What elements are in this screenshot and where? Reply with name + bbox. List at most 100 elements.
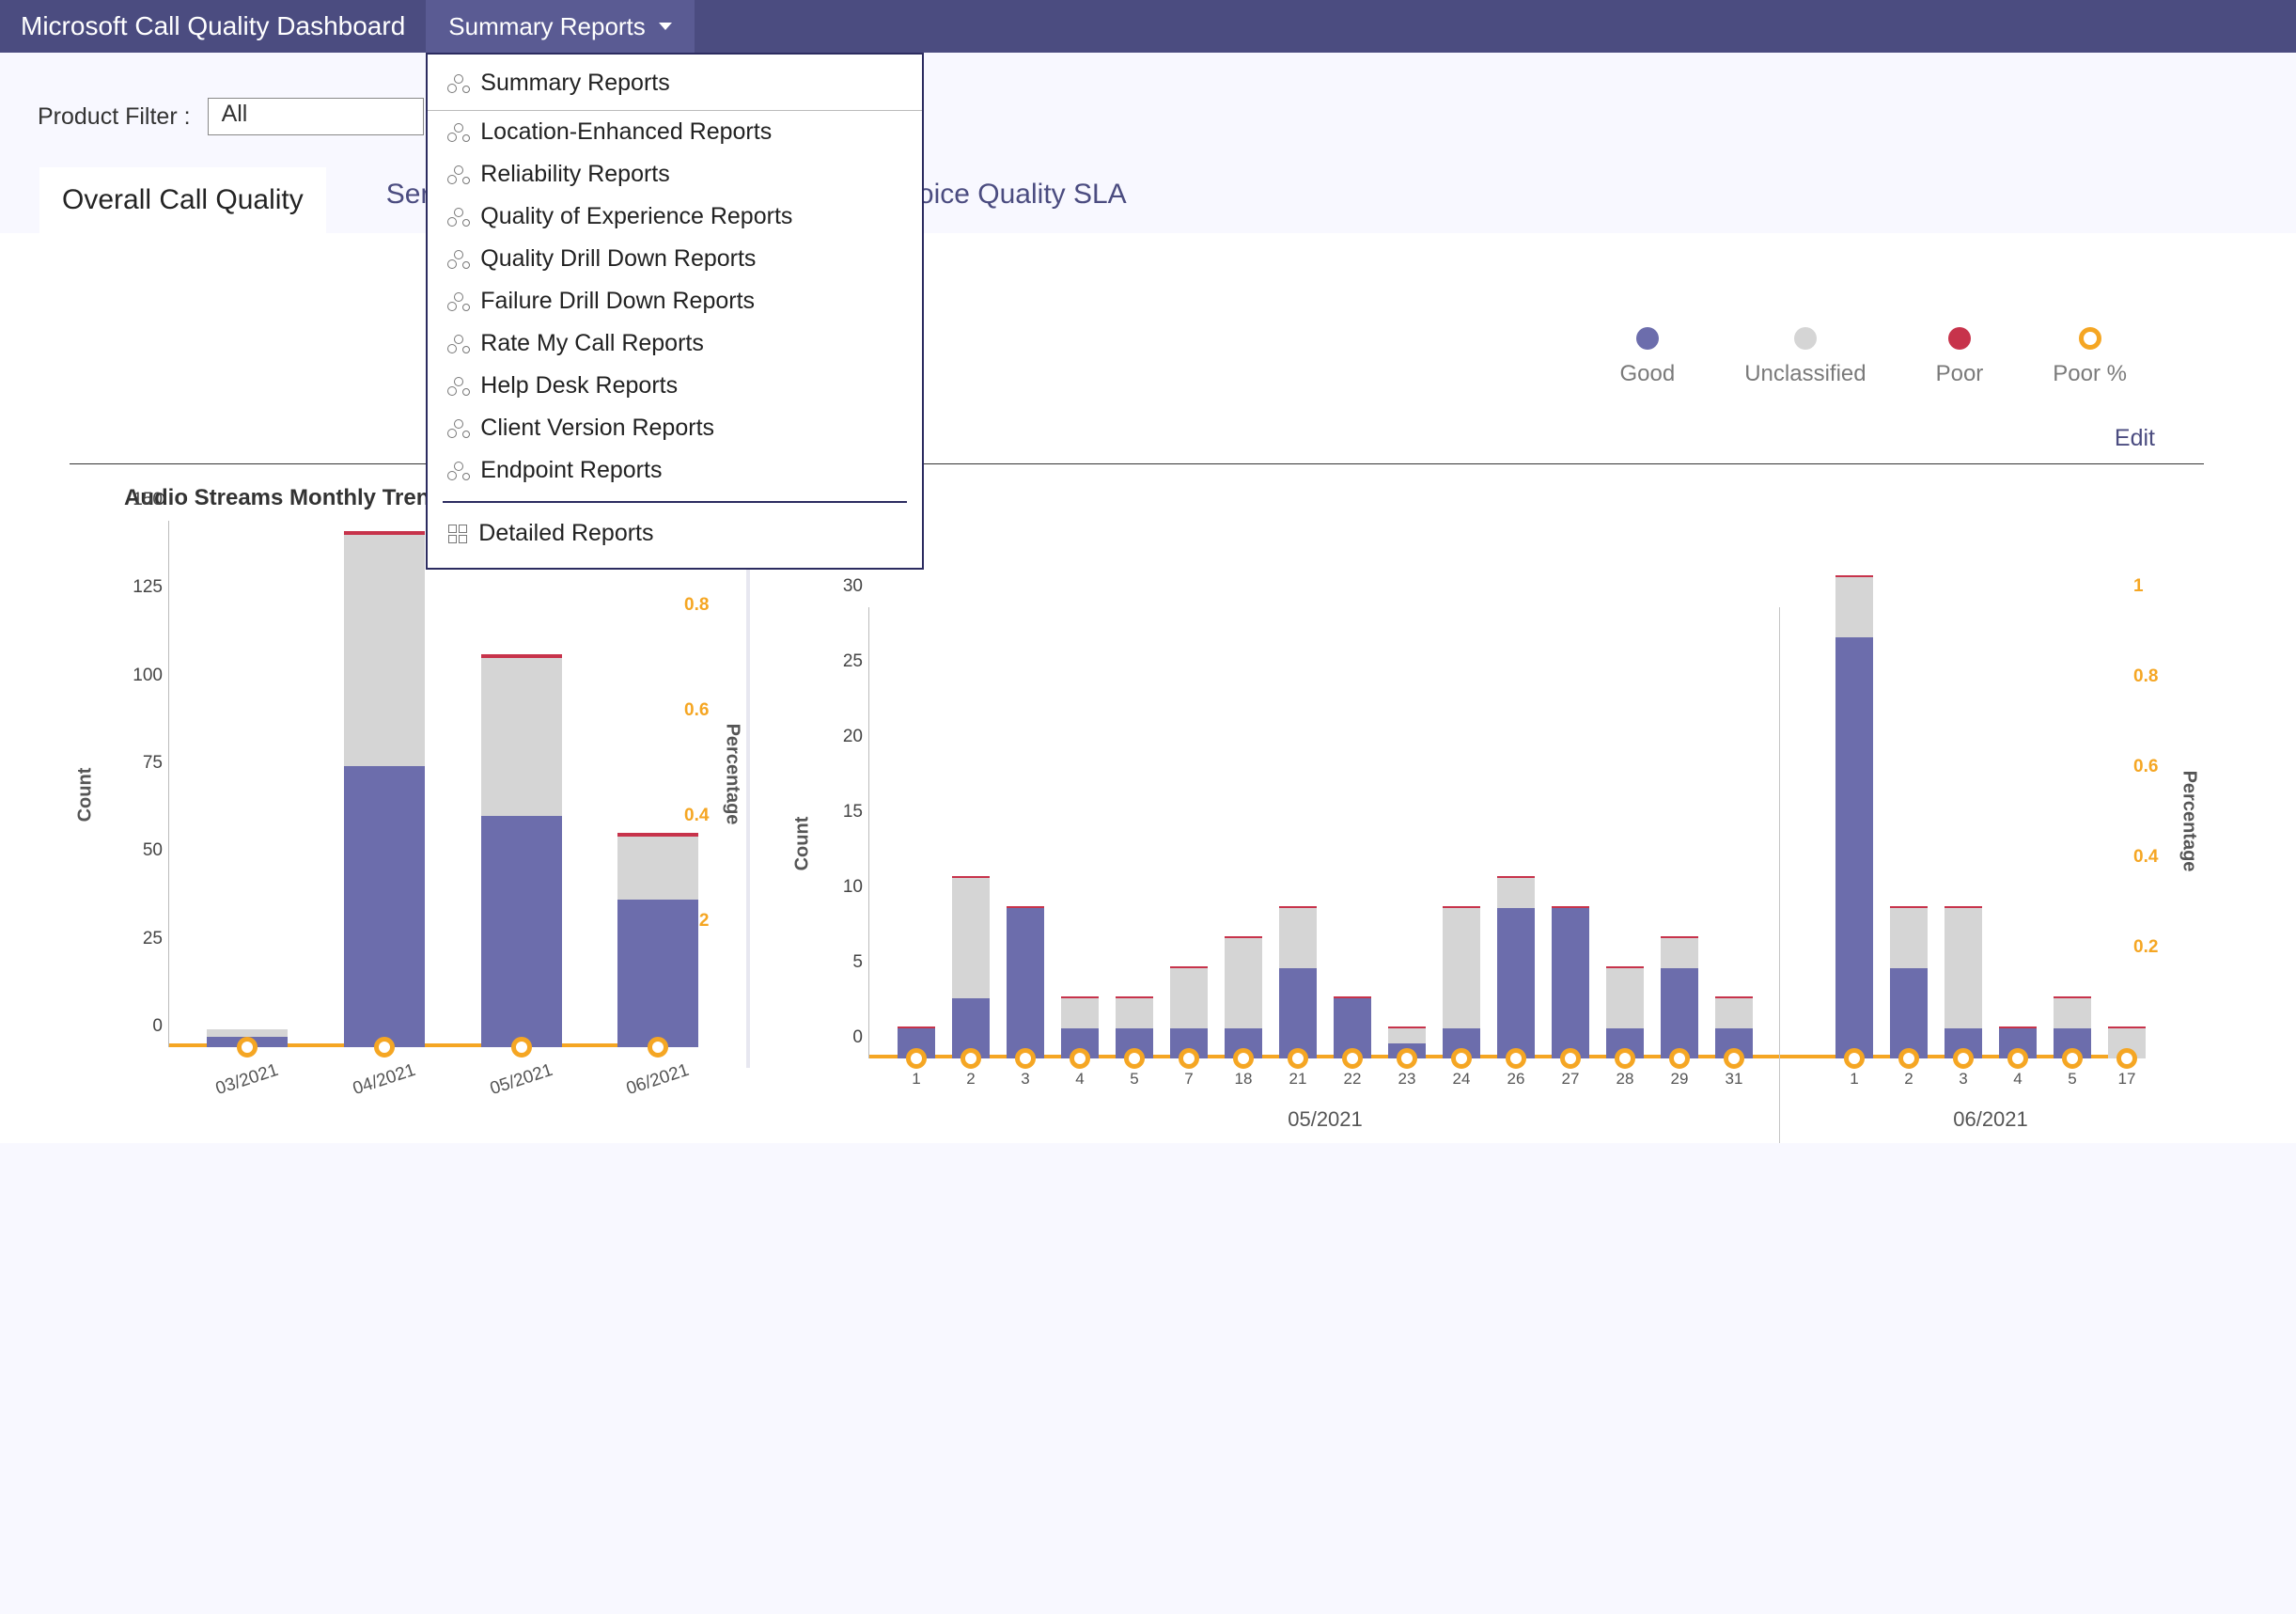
bar-seg-good xyxy=(344,766,425,1047)
bar-seg-unclassified xyxy=(2054,998,2091,1028)
monthly-chart-plot: Count Percentage 025507510012515000.20.4… xyxy=(168,521,679,1047)
legend-swatch-unclassified xyxy=(1794,327,1817,350)
menu-item-help-desk-reports[interactable]: Help Desk Reports xyxy=(428,365,922,407)
report-node-icon xyxy=(448,335,469,353)
bar-group[interactable]: 3 xyxy=(1945,906,1982,1058)
bar-group[interactable]: 28 xyxy=(1606,966,1644,1058)
x-tick-label: 5 xyxy=(2068,1070,2076,1089)
edit-button[interactable]: Edit xyxy=(2115,425,2155,452)
daily-chart-plot: Count Percentage 05101520253000.20.40.60… xyxy=(868,607,2129,1058)
bar-group[interactable]: 27 xyxy=(1552,906,1589,1058)
legend-item-poor-pct: Poor % xyxy=(2053,327,2127,387)
bar-seg-unclassified xyxy=(1388,1028,1426,1043)
x-tick-label: 29 xyxy=(1671,1070,1689,1089)
reports-dropdown[interactable]: Summary Reports Summary Reports Location… xyxy=(426,0,695,53)
y-axis-label-left: Count xyxy=(791,817,813,871)
bar-seg-unclassified xyxy=(1279,908,1317,968)
report-node-icon xyxy=(448,292,469,311)
bar-group[interactable]: 06/2021 xyxy=(617,833,698,1047)
bar-group[interactable]: 04/2021 xyxy=(344,531,425,1047)
bar-seg-good xyxy=(1835,637,1873,1058)
bar-group[interactable]: 21 xyxy=(1279,906,1317,1058)
menu-item-label: Quality Drill Down Reports xyxy=(480,245,756,273)
x-tick-label: 1 xyxy=(912,1070,920,1089)
y-tick: 25 xyxy=(811,651,863,672)
month-separator xyxy=(1779,607,1780,1143)
menu-item-failure-drilldown-reports[interactable]: Failure Drill Down Reports xyxy=(428,280,922,322)
bar-group[interactable]: 26 xyxy=(1497,876,1535,1058)
menu-item-reliability-reports[interactable]: Reliability Reports xyxy=(428,153,922,196)
y2-tick: 0.8 xyxy=(2133,666,2176,687)
tab-overall-call-quality[interactable]: Overall Call Quality xyxy=(39,167,326,233)
poor-pct-marker xyxy=(1397,1048,1417,1069)
menu-item-endpoint-reports[interactable]: Endpoint Reports xyxy=(428,449,922,492)
x-tick-label: 05/2021 xyxy=(488,1060,555,1100)
bar-group[interactable]: 3 xyxy=(1007,906,1044,1058)
tab-voice-quality-sla[interactable]: Voice Quality SLA xyxy=(898,171,1131,229)
x-tick-label: 4 xyxy=(2013,1070,2022,1089)
poor-pct-marker xyxy=(1342,1048,1363,1069)
bar-seg-good xyxy=(1279,968,1317,1058)
y-tick: 75 xyxy=(111,753,163,774)
menu-item-label: Detailed Reports xyxy=(478,520,653,547)
chart-legend: Good Unclassified Poor Poor % xyxy=(34,271,2240,425)
menu-item-label: Rate My Call Reports xyxy=(480,330,704,357)
bar-seg-unclassified xyxy=(1116,998,1153,1028)
poor-pct-marker xyxy=(2116,1048,2137,1069)
bar-seg-unclassified xyxy=(481,658,562,816)
report-node-icon xyxy=(448,165,469,184)
menu-item-label: Endpoint Reports xyxy=(480,457,662,484)
menu-item-rate-my-call-reports[interactable]: Rate My Call Reports xyxy=(428,322,922,365)
bar-group[interactable]: 2 xyxy=(1890,906,1928,1058)
product-filter-label: Product Filter : xyxy=(38,103,191,131)
report-node-icon xyxy=(448,250,469,269)
bar-seg-unclassified xyxy=(1606,968,1644,1028)
menu-item-location-enhanced-reports[interactable]: Location-Enhanced Reports xyxy=(428,111,922,153)
bar-seg-unclassified xyxy=(1497,878,1535,908)
month-label: 05/2021 xyxy=(1288,1107,1363,1132)
bar-group[interactable]: 7 xyxy=(1170,966,1208,1058)
menu-item-client-version-reports[interactable]: Client Version Reports xyxy=(428,407,922,449)
bar-seg-good xyxy=(1497,908,1535,1058)
bar-group[interactable]: 18 xyxy=(1225,936,1262,1058)
x-tick-label: 04/2021 xyxy=(351,1060,418,1100)
menu-item-detailed-reports[interactable]: Detailed Reports xyxy=(428,503,922,568)
y2-tick: 0.4 xyxy=(2133,847,2176,868)
y2-tick: 0.6 xyxy=(684,700,726,721)
reports-dropdown-menu: Summary Reports Location-Enhanced Report… xyxy=(426,53,924,570)
bar-group[interactable]: 2 xyxy=(952,876,990,1058)
bar-group[interactable]: 24 xyxy=(1443,906,1480,1058)
menu-item-label: Help Desk Reports xyxy=(480,372,678,400)
menu-item-summary-reports[interactable]: Summary Reports xyxy=(428,55,922,111)
poor-pct-marker xyxy=(1953,1048,1974,1069)
poor-pct-marker xyxy=(1124,1048,1145,1069)
x-tick-label: 3 xyxy=(1021,1070,1029,1089)
menu-item-quality-drilldown-reports[interactable]: Quality Drill Down Reports xyxy=(428,238,922,280)
legend-label: Poor xyxy=(1936,361,1984,387)
y-tick: 0 xyxy=(811,1027,863,1048)
bar-group[interactable]: 29 xyxy=(1661,936,1698,1058)
y-tick: 30 xyxy=(811,576,863,597)
content-panel: Good Unclassified Poor Poor % Edit Audio… xyxy=(0,233,2296,1143)
y-tick: 25 xyxy=(111,929,163,949)
bar-group[interactable]: 1 xyxy=(1835,575,1873,1058)
bar-seg-good xyxy=(1661,968,1698,1058)
filter-row: Product Filter : All xyxy=(0,53,2296,167)
bar-seg-unclassified xyxy=(1661,938,1698,968)
bar-group[interactable]: 05/2021 xyxy=(481,654,562,1047)
poor-pct-marker xyxy=(648,1037,668,1058)
menu-item-label: Location-Enhanced Reports xyxy=(480,118,772,146)
daily-chart: Count Percentage 05101520253000.20.40.60… xyxy=(784,464,2204,1068)
x-tick-label: 31 xyxy=(1726,1070,1743,1089)
report-node-icon xyxy=(448,123,469,142)
report-node-icon xyxy=(448,74,469,93)
menu-item-qoe-reports[interactable]: Quality of Experience Reports xyxy=(428,196,922,238)
poor-pct-marker xyxy=(1560,1048,1581,1069)
x-tick-label: 26 xyxy=(1507,1070,1525,1089)
bar-seg-unclassified xyxy=(1945,908,1982,1028)
legend-item-poor: Poor xyxy=(1936,327,1984,387)
bar-seg-unclassified xyxy=(207,1029,288,1036)
x-tick-label: 2 xyxy=(1904,1070,1913,1089)
product-filter-select[interactable]: All xyxy=(208,98,424,135)
poor-pct-marker xyxy=(1615,1048,1635,1069)
